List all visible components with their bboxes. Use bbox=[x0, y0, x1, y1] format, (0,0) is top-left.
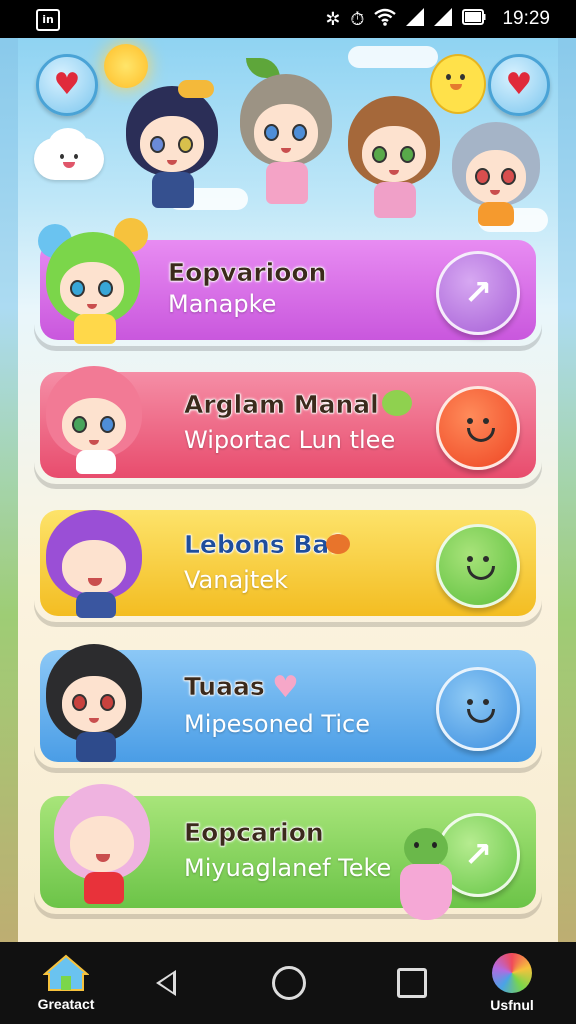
favorite-button-right[interactable]: ♥ bbox=[488, 54, 550, 116]
bluetooth-icon: ✲ bbox=[325, 8, 341, 30]
character-lilac-hair bbox=[48, 778, 158, 908]
status-bar: in ✲ ⏱ 19:29 bbox=[0, 0, 576, 38]
green-blob-icon bbox=[382, 390, 412, 416]
sweet-icon bbox=[326, 534, 350, 554]
arrow-icon: ↗ bbox=[463, 273, 493, 313]
home-button[interactable] bbox=[268, 942, 310, 1024]
character-grey-hair bbox=[236, 58, 336, 218]
nav-right-button[interactable]: Usfnul bbox=[472, 942, 552, 1024]
card-subtitle: Vanajtek bbox=[184, 566, 288, 594]
signal-icon bbox=[434, 7, 453, 31]
rainbow-ball-icon bbox=[492, 953, 532, 993]
cloud-mascot bbox=[34, 128, 104, 188]
card-title: Eopvarioon bbox=[168, 258, 327, 288]
card-action-button[interactable]: ↗ bbox=[436, 251, 520, 335]
clock: 19:29 bbox=[502, 8, 550, 29]
cloud-decoration bbox=[348, 46, 438, 68]
character-purple-hair bbox=[38, 500, 148, 620]
character-black-hair bbox=[40, 638, 150, 768]
home-circle-icon bbox=[272, 966, 306, 1000]
nav-left-label: Greatact bbox=[37, 996, 95, 1012]
green-mascot bbox=[396, 828, 456, 928]
card-subtitle: Miyuaglanef Teke bbox=[184, 854, 392, 882]
character-pink-hair bbox=[40, 358, 150, 478]
smiley-icon bbox=[458, 546, 498, 586]
heart-icon: ♥ bbox=[505, 67, 533, 102]
card-subtitle: Mipesoned Tice bbox=[184, 710, 370, 738]
yellow-bird-mascot bbox=[426, 48, 486, 118]
back-button[interactable] bbox=[146, 942, 186, 1024]
smiley-icon bbox=[458, 408, 498, 448]
card-action-button[interactable] bbox=[436, 524, 520, 608]
signal-icon bbox=[406, 7, 425, 31]
card-title: Lebons Baf bbox=[184, 530, 341, 560]
recents-button[interactable] bbox=[392, 942, 432, 1024]
battery-icon bbox=[462, 8, 486, 31]
app-badge: in bbox=[36, 9, 60, 31]
smiley-icon bbox=[458, 689, 498, 729]
recents-icon bbox=[397, 968, 427, 998]
card-subtitle: Manapke bbox=[168, 290, 277, 318]
sun-decoration bbox=[104, 44, 148, 88]
nav-right-label: Usfnul bbox=[490, 997, 534, 1013]
favorite-button-left[interactable]: ♥ bbox=[36, 54, 98, 116]
alarm-icon: ⏱ bbox=[350, 8, 365, 30]
character-navy-hair bbox=[122, 80, 222, 216]
back-icon bbox=[156, 970, 176, 996]
heart-icon: ♥ bbox=[53, 67, 81, 102]
app-screen: ♥ ♥ Eopvarioon Manapke ↗ Arglam Manal Wi… bbox=[18, 38, 558, 942]
heart-icon: ♥ bbox=[272, 670, 299, 705]
character-green-hair bbox=[38, 218, 148, 348]
navigation-bar: Greatact Usfnul bbox=[0, 942, 576, 1024]
card-title: Arglam Manal bbox=[184, 390, 379, 420]
character-silver-hair bbox=[448, 122, 548, 232]
card-subtitle: Wiportac Lun tlee bbox=[184, 426, 396, 454]
card-title: Eopcarion bbox=[184, 818, 324, 848]
card-action-button[interactable] bbox=[436, 667, 520, 751]
nav-home-button[interactable]: Greatact bbox=[26, 942, 106, 1024]
arrow-icon: ↗ bbox=[463, 835, 493, 875]
house-icon bbox=[43, 954, 89, 991]
card-action-button[interactable] bbox=[436, 386, 520, 470]
card-title: Tuaas bbox=[184, 672, 265, 702]
wifi-icon bbox=[374, 8, 397, 31]
